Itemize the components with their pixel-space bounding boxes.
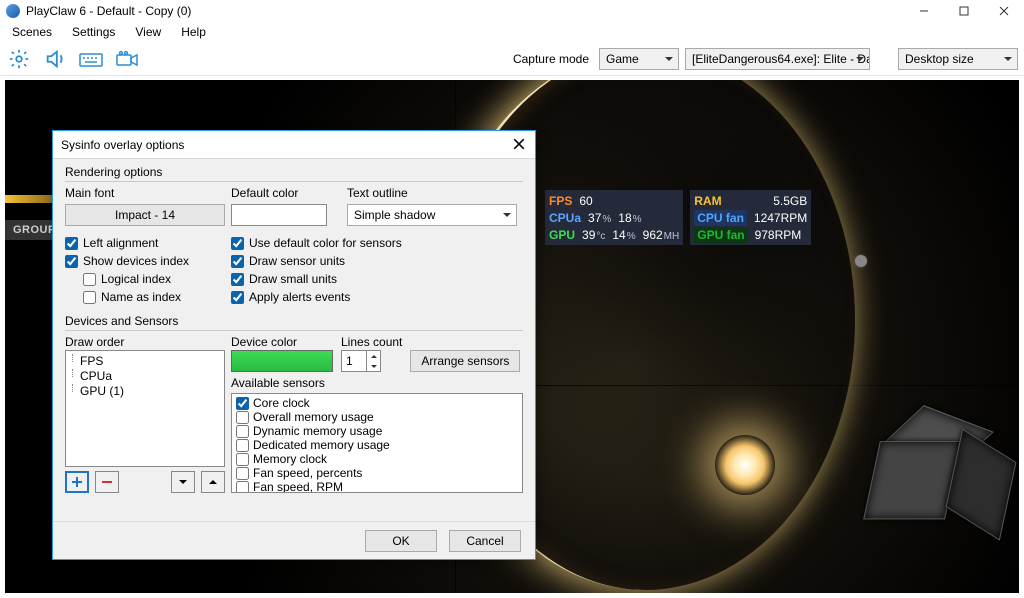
chk-apply-alerts[interactable]: Apply alerts events xyxy=(231,290,523,304)
available-sensor-item[interactable]: Dedicated memory usage xyxy=(236,438,518,452)
camera-icon[interactable] xyxy=(114,46,140,72)
chk-name-as-index[interactable]: Name as index xyxy=(83,290,225,304)
lines-count-label: Lines count xyxy=(341,335,402,349)
available-sensor-item[interactable]: Dynamic memory usage xyxy=(236,424,518,438)
menubar: Scenes Settings View Help xyxy=(0,22,1024,42)
device-color-swatch[interactable] xyxy=(231,350,333,372)
available-sensor-item[interactable]: Memory clock xyxy=(236,452,518,466)
keyboard-icon[interactable] xyxy=(78,46,104,72)
dialog-title: Sysinfo overlay options xyxy=(61,138,184,152)
chk-left-alignment[interactable]: Left alignment xyxy=(65,236,225,250)
available-sensor-item[interactable]: Fan speed, RPM xyxy=(236,480,518,493)
chk-show-devices-index[interactable]: Show devices index xyxy=(65,254,225,268)
available-sensor-label: Dedicated memory usage xyxy=(253,438,390,452)
overlay-cpufan-label: CPU fan xyxy=(694,210,747,226)
main-font-button[interactable]: Impact - 14 xyxy=(65,204,225,226)
overlay-fps-value: 60 xyxy=(579,194,592,208)
overlay-gpufan-label: GPU fan xyxy=(694,227,747,243)
app-icon xyxy=(6,4,20,18)
ok-button[interactable]: OK xyxy=(365,530,437,552)
default-color-label: Default color xyxy=(231,186,341,200)
overlay-gpufan-value: 978RPM xyxy=(755,228,802,242)
sysinfo-right-panel: RAM 5.5GB CPU fan 1247RPM GPU fan 978RPM xyxy=(690,190,811,245)
devices-sensors-heading: Devices and Sensors xyxy=(65,314,523,328)
main-font-label: Main font xyxy=(65,186,225,200)
maximize-button[interactable] xyxy=(944,0,984,22)
chk-use-default-color[interactable]: Use default color for sensors xyxy=(231,236,523,250)
available-sensor-label: Dynamic memory usage xyxy=(253,424,382,438)
menu-scenes[interactable]: Scenes xyxy=(4,23,60,41)
lines-count-spinner[interactable]: 1 xyxy=(341,350,381,372)
sysinfo-options-dialog: Sysinfo overlay options Rendering option… xyxy=(52,130,536,560)
chk-draw-sensor-units[interactable]: Draw sensor units xyxy=(231,254,523,268)
spin-down-icon[interactable] xyxy=(367,361,380,371)
close-button[interactable] xyxy=(984,0,1024,22)
device-color-label: Device color xyxy=(231,335,333,349)
capture-size-combo[interactable]: Desktop size xyxy=(898,48,1018,70)
overlay-gpu-v2: 14% xyxy=(612,228,635,242)
move-down-button[interactable] xyxy=(171,471,195,493)
capture-target-combo[interactable]: [EliteDangerous64.exe]: Elite - Dar xyxy=(685,48,870,70)
available-sensor-label: Fan speed, percents xyxy=(253,466,362,480)
add-device-button[interactable] xyxy=(65,471,89,493)
minimize-button[interactable] xyxy=(904,0,944,22)
tree-item[interactable]: FPS xyxy=(70,354,220,369)
dialog-titlebar: Sysinfo overlay options xyxy=(53,131,535,159)
tree-item[interactable]: GPU (1) xyxy=(70,384,220,399)
spin-up-icon[interactable] xyxy=(367,351,380,361)
draw-order-tree[interactable]: FPS CPUa GPU (1) xyxy=(65,350,225,467)
toolbar: Capture mode Game [EliteDangerous64.exe]… xyxy=(0,42,1024,76)
overlay-ram-value: 5.5GB xyxy=(773,194,807,208)
dialog-close-button[interactable] xyxy=(513,138,527,152)
overlay-cpua-label: CPUa xyxy=(549,211,581,225)
available-sensors-list[interactable]: Core clockOverall memory usageDynamic me… xyxy=(231,393,523,493)
sun-art xyxy=(715,435,775,495)
remove-device-button[interactable] xyxy=(95,471,119,493)
chk-draw-small-units[interactable]: Draw small units xyxy=(231,272,523,286)
capture-mode-combo[interactable]: Game xyxy=(599,48,679,70)
available-sensor-item[interactable]: Core clock xyxy=(236,396,518,410)
available-sensor-item[interactable]: Fan speed, percents xyxy=(236,466,518,480)
station-art xyxy=(835,409,1013,587)
menu-help[interactable]: Help xyxy=(173,23,214,41)
overlay-ram-label: RAM xyxy=(694,194,721,208)
available-sensor-label: Overall memory usage xyxy=(253,410,374,424)
overlay-gpu-label: GPU xyxy=(549,228,575,242)
available-sensors-label: Available sensors xyxy=(231,376,523,390)
tree-item[interactable]: CPUa xyxy=(70,369,220,384)
draw-order-label: Draw order xyxy=(65,335,225,349)
available-sensor-label: Fan speed, RPM xyxy=(253,480,343,493)
move-up-button[interactable] xyxy=(201,471,225,493)
overlay-fps-label: FPS xyxy=(549,194,572,208)
sysinfo-overlay: FPS 60 CPUa 37% 18% GPU 39°c 14% 962MH R… xyxy=(545,190,811,245)
available-sensor-item[interactable]: Overall memory usage xyxy=(236,410,518,424)
overlay-gpu-v3: 962MH xyxy=(643,228,680,242)
speaker-icon[interactable] xyxy=(42,46,68,72)
sysinfo-left-panel: FPS 60 CPUa 37% 18% GPU 39°c 14% 962MH xyxy=(545,190,683,245)
overlay-gpu-v1: 39°c xyxy=(582,228,605,242)
overlay-cpufan-value: 1247RPM xyxy=(754,211,807,225)
chk-logical-index[interactable]: Logical index xyxy=(83,272,225,286)
capture-mode-label: Capture mode xyxy=(513,52,589,66)
overlay-cpua-v2: 18% xyxy=(618,211,641,225)
lines-count-value: 1 xyxy=(346,354,353,368)
menu-settings[interactable]: Settings xyxy=(64,23,123,41)
text-outline-combo[interactable]: Simple shadow xyxy=(347,204,517,226)
moon-art xyxy=(855,255,867,267)
text-outline-label: Text outline xyxy=(347,186,517,200)
overlay-cpua-v1: 37% xyxy=(588,211,611,225)
available-sensor-label: Core clock xyxy=(253,396,310,410)
default-color-swatch[interactable] xyxy=(231,204,327,226)
cancel-button[interactable]: Cancel xyxy=(449,530,521,552)
window-title: PlayClaw 6 - Default - Copy (0) xyxy=(26,4,191,18)
rendering-options-heading: Rendering options xyxy=(65,165,523,179)
available-sensor-label: Memory clock xyxy=(253,452,327,466)
menu-view[interactable]: View xyxy=(127,23,169,41)
titlebar: PlayClaw 6 - Default - Copy (0) xyxy=(0,0,1024,22)
arrange-sensors-button[interactable]: Arrange sensors xyxy=(410,350,520,372)
gear-icon[interactable] xyxy=(6,46,32,72)
